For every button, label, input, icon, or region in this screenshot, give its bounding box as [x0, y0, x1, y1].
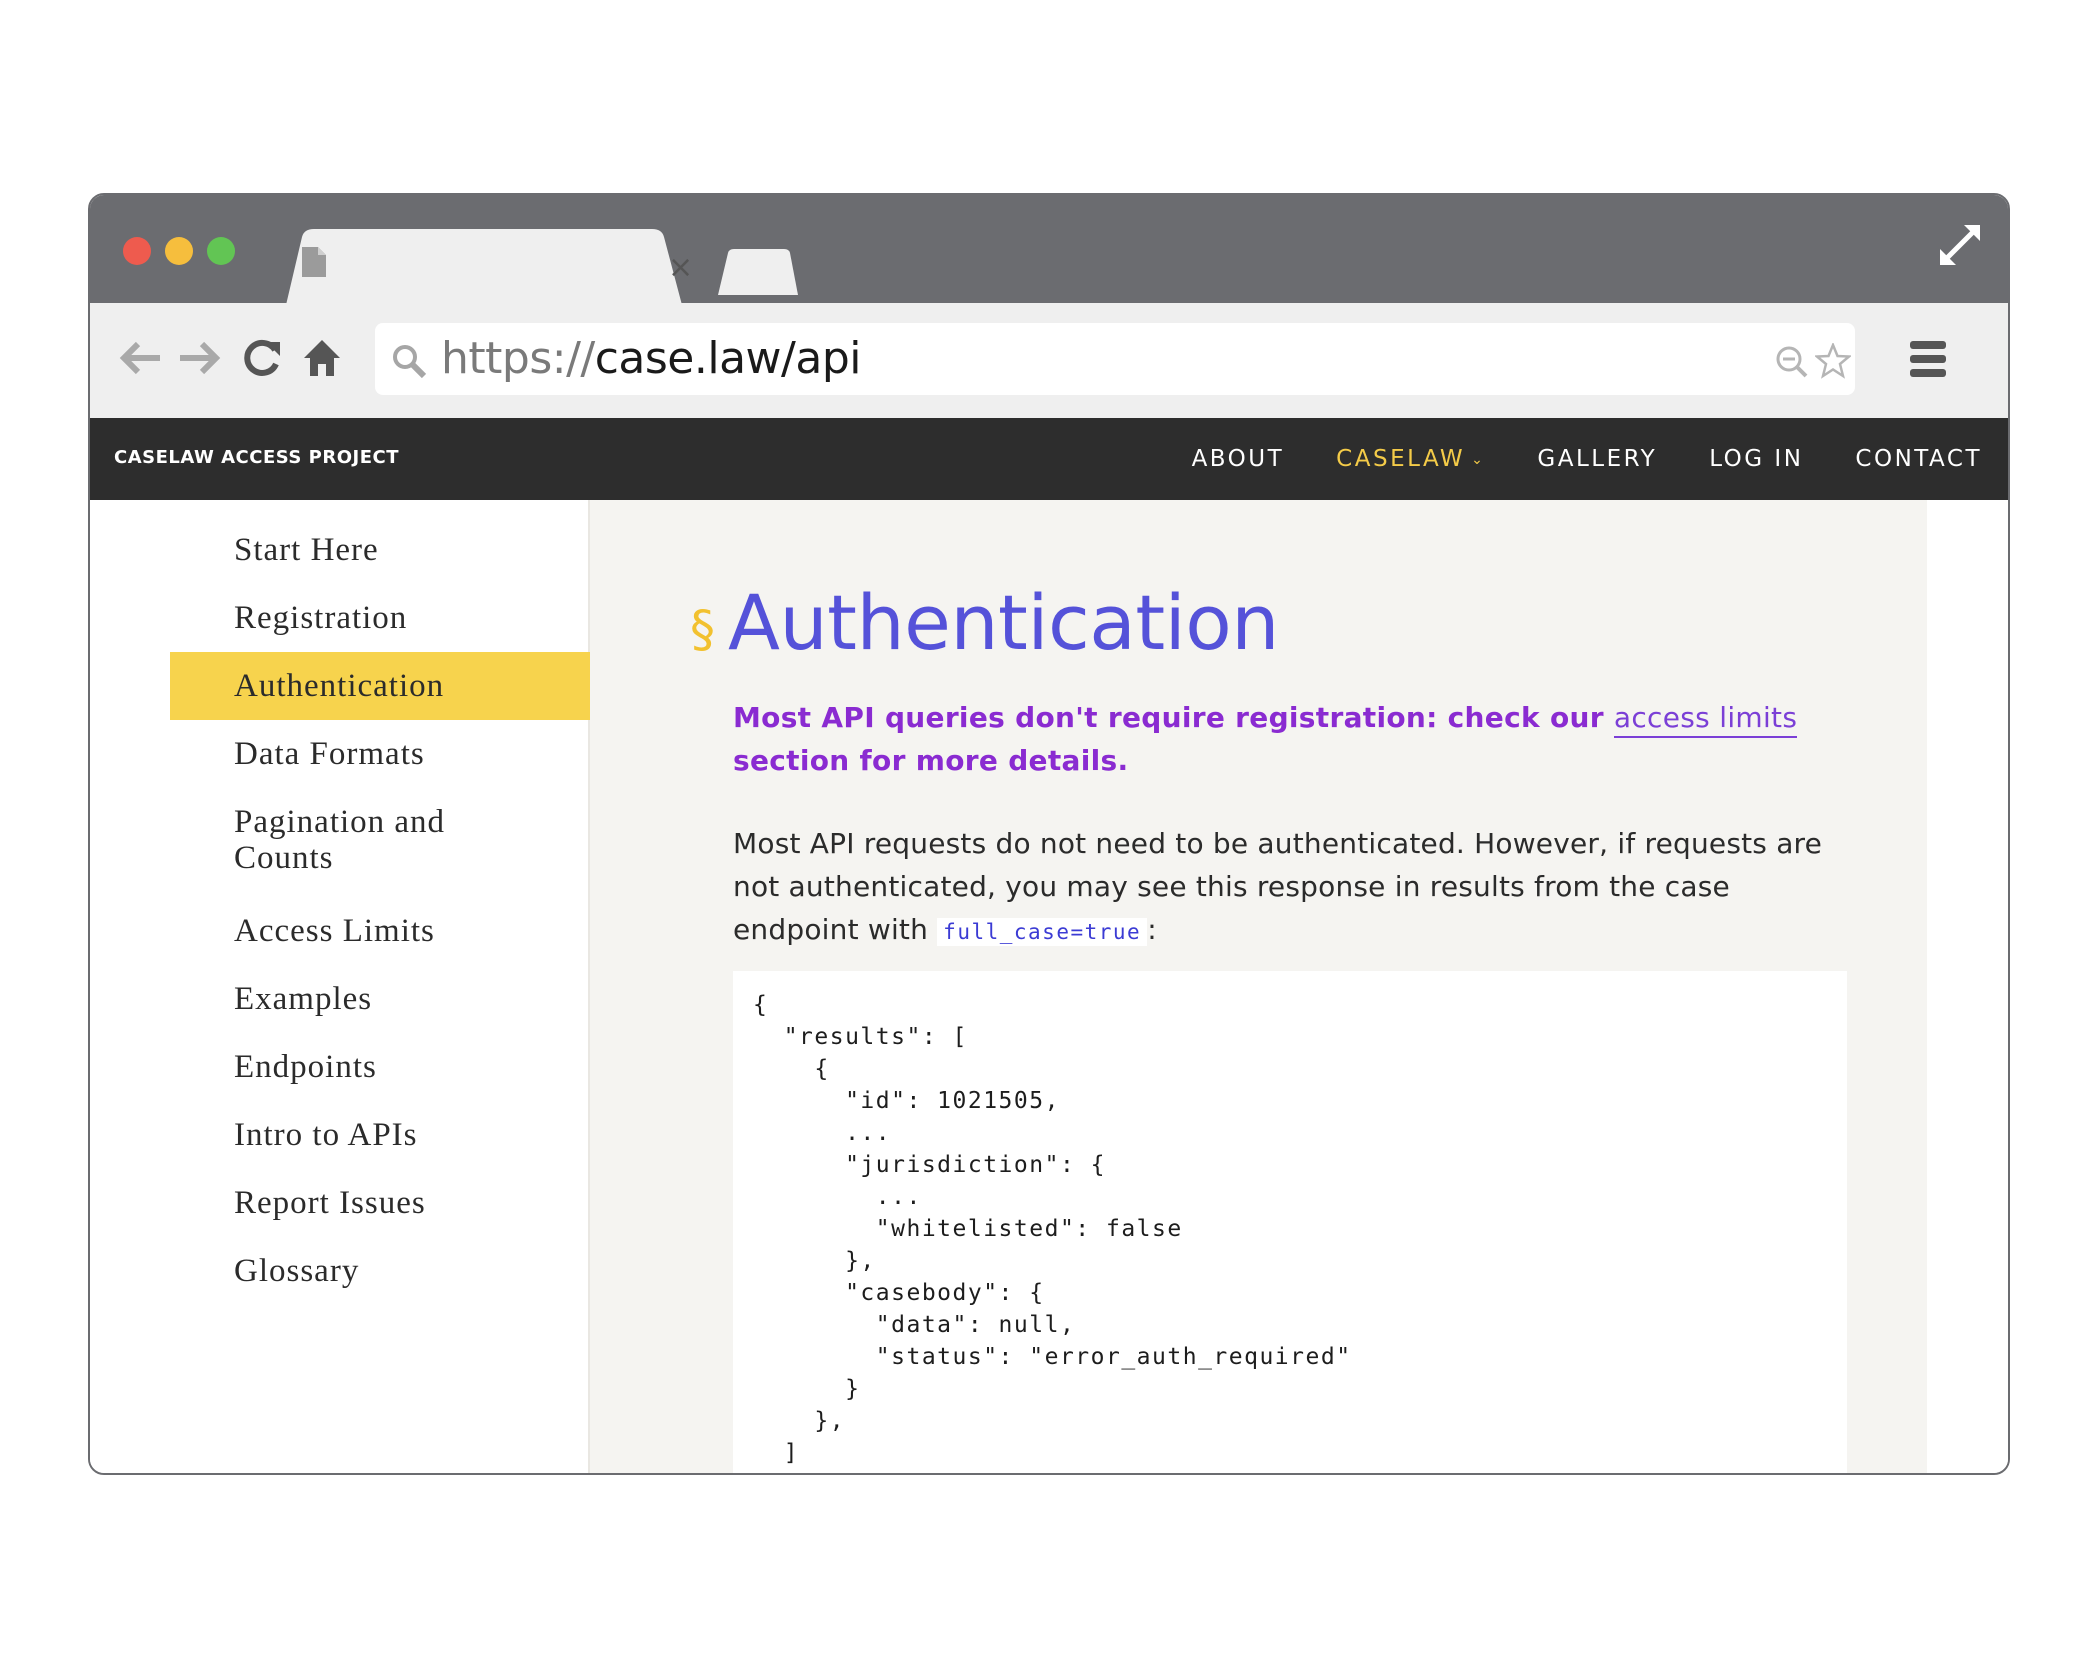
url-scheme: https://: [441, 333, 595, 384]
sidebar-item-data-formats[interactable]: Data Formats: [170, 736, 590, 772]
url-text[interactable]: https://case.law/api: [441, 333, 861, 385]
sidebar-item-authentication[interactable]: Authentication: [170, 652, 590, 720]
close-icon[interactable]: ×: [668, 253, 693, 283]
reload-icon[interactable]: [242, 338, 282, 383]
sidebar-item-examples[interactable]: Examples: [170, 981, 590, 1017]
browser-tab[interactable]: ×: [272, 229, 702, 305]
sidebar-item-pagination-and-counts[interactable]: Pagination and Counts: [170, 804, 510, 876]
code-block: { "results": [ { "id": 1021505, ... "jur…: [733, 971, 1847, 1473]
sidebar-item-intro-to-apis[interactable]: Intro to APIs: [170, 1117, 590, 1153]
minimize-window-button[interactable]: [165, 237, 193, 265]
section-anchor-link[interactable]: §: [690, 600, 715, 658]
nav-gallery[interactable]: GALLERY: [1537, 442, 1657, 477]
page-title: Authentication: [728, 578, 1279, 667]
page-content: Start Here Registration Authentication D…: [90, 500, 2008, 1473]
inline-code: full_case=true: [937, 918, 1148, 946]
callout-after: section for more details.: [733, 744, 1129, 777]
site-brand[interactable]: CASELAW ACCESS PROJECT: [114, 447, 399, 468]
code-block-text: { "results": [ { "id": 1021505, ... "jur…: [753, 992, 1352, 1466]
sidebar-item-start-here[interactable]: Start Here: [170, 532, 590, 568]
star-icon[interactable]: [1813, 341, 1853, 384]
title-bar: ×: [90, 195, 2008, 305]
sidebar-item-registration[interactable]: Registration: [170, 600, 590, 636]
browser-toolbar: https://case.law/api: [90, 303, 2008, 418]
sidebar-item-report-issues[interactable]: Report Issues: [170, 1185, 590, 1221]
nav-caselaw-label: CASELAW: [1336, 446, 1466, 472]
browser-window: × https://case.law/api CASELAW ACCESS PR…: [88, 193, 2010, 1475]
body-paragraph: Most API requests do not need to be auth…: [733, 822, 1863, 954]
chevron-down-icon: ⌄: [1471, 451, 1486, 468]
zoom-out-icon[interactable]: [1775, 345, 1809, 384]
nav-log-in[interactable]: LOG IN: [1709, 442, 1803, 477]
forward-icon[interactable]: [178, 338, 222, 383]
body-paragraph-text: Most API requests do not need to be auth…: [733, 827, 1823, 946]
callout-text: Most API queries don't require registrat…: [733, 696, 1833, 782]
nav-about[interactable]: ABOUT: [1192, 442, 1285, 477]
body-paragraph-after: :: [1147, 913, 1157, 946]
site-navbar: CASELAW ACCESS PROJECT ABOUT CASELAW ⌄ GA…: [90, 418, 2008, 500]
new-tab-button[interactable]: [718, 249, 798, 300]
sidebar-item-endpoints[interactable]: Endpoints: [170, 1049, 590, 1085]
back-icon[interactable]: [118, 338, 162, 383]
close-window-button[interactable]: [123, 237, 151, 265]
search-icon: [391, 343, 427, 384]
sidebar: Start Here Registration Authentication D…: [170, 500, 590, 1473]
callout-before: Most API queries don't require registrat…: [733, 701, 1614, 734]
main-content: § Authentication Most API queries don't …: [590, 500, 1927, 1473]
sidebar-item-access-limits[interactable]: Access Limits: [170, 913, 590, 949]
maximize-window-button[interactable]: [207, 237, 235, 265]
sidebar-item-glossary[interactable]: Glossary: [170, 1253, 590, 1289]
nav-caselaw[interactable]: CASELAW ⌄: [1336, 442, 1485, 477]
url-host: case.law/api: [594, 333, 862, 384]
home-icon[interactable]: [302, 338, 342, 383]
nav-contact[interactable]: CONTACT: [1855, 442, 1982, 477]
address-bar[interactable]: https://case.law/api: [375, 323, 1855, 395]
nav-links: ABOUT CASELAW ⌄ GALLERY LOG IN CONTACT: [1140, 442, 1982, 477]
access-limits-link[interactable]: access limits: [1613, 701, 1798, 738]
menu-icon[interactable]: [1910, 339, 1946, 384]
expand-icon[interactable]: [1938, 223, 1982, 272]
